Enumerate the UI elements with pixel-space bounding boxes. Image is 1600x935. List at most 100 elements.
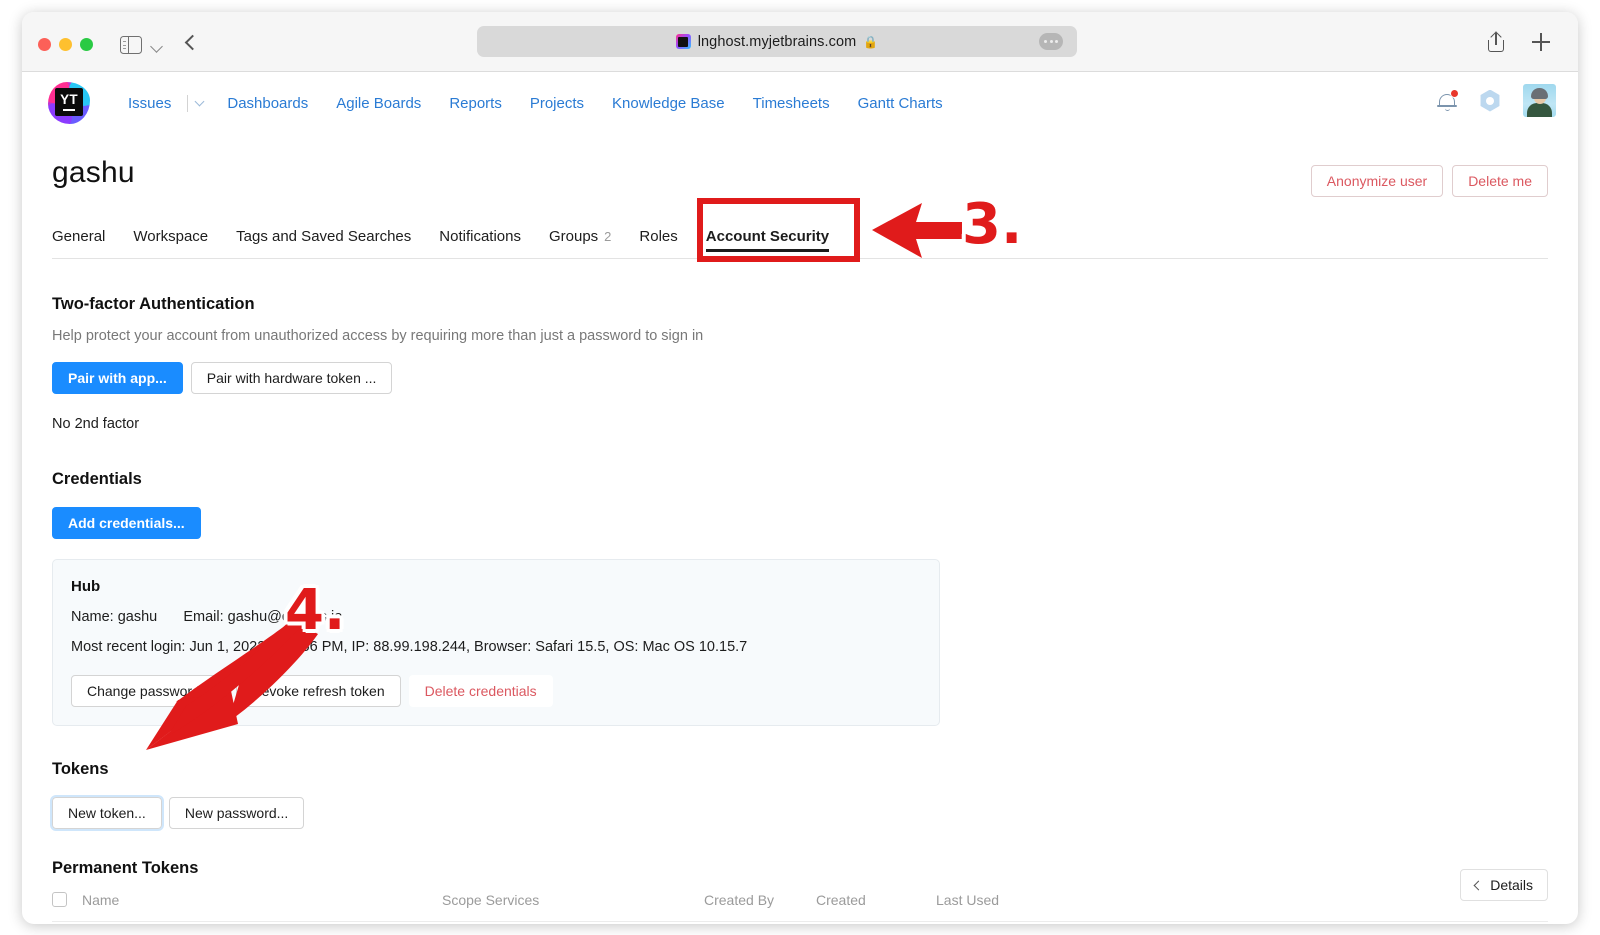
- youtrack-logo-text: YT: [55, 88, 83, 116]
- tab-label: Groups: [549, 228, 598, 245]
- tokens-title: Tokens: [52, 760, 1548, 779]
- nav-right-icons: [1437, 84, 1556, 117]
- permanent-tokens-section: Permanent Tokens Name Scope Services Cre…: [52, 859, 1548, 924]
- zoom-window-button[interactable]: [80, 38, 93, 51]
- cell-created: Jun 1, 2022: [816, 922, 936, 925]
- tab-workspace[interactable]: Workspace: [119, 228, 222, 258]
- credentials-title: Credentials: [52, 470, 1548, 489]
- settings-tabs: General Workspace Tags and Saved Searche…: [52, 217, 1548, 259]
- column-header-last-used[interactable]: Last Used: [936, 892, 1548, 922]
- page-content: gashu Anonymize user Delete me General W…: [22, 134, 1578, 924]
- tab-label: General: [52, 228, 105, 245]
- tab-label: Notifications: [439, 228, 521, 245]
- nav-item-timesheets[interactable]: Timesheets: [739, 89, 844, 118]
- nav-divider: [187, 95, 188, 112]
- delete-me-button[interactable]: Delete me: [1452, 165, 1548, 197]
- chevron-down-icon[interactable]: [195, 97, 205, 107]
- nav-item-dashboards[interactable]: Dashboards: [213, 89, 322, 118]
- avatar[interactable]: [1523, 84, 1556, 117]
- tab-label: Tags and Saved Searches: [236, 228, 411, 245]
- sidebar-toggle-icon[interactable]: [120, 36, 142, 54]
- tab-account-security[interactable]: Account Security: [692, 228, 843, 258]
- browser-toolbar: lnghost.myjetbrains.com 🔒: [22, 12, 1578, 72]
- credential-identity-line: Name: gashu Email: gashu@ducalis.io: [71, 609, 921, 625]
- pair-with-hardware-token-button[interactable]: Pair with hardware token ...: [191, 362, 393, 394]
- details-button-label: Details: [1490, 877, 1533, 893]
- details-button[interactable]: Details: [1460, 869, 1548, 901]
- revoke-refresh-token-button[interactable]: Revoke refresh token: [236, 675, 401, 707]
- youtrack-logo-icon[interactable]: YT: [48, 82, 90, 124]
- anonymize-user-button[interactable]: Anonymize user: [1311, 165, 1443, 197]
- credential-card-name: Hub: [71, 578, 921, 595]
- two-factor-buttons: Pair with app... Pair with hardware toke…: [52, 362, 1548, 394]
- site-favicon-icon: [676, 34, 691, 49]
- column-header-scope-services[interactable]: Scope Services: [442, 892, 704, 922]
- share-icon[interactable]: [1488, 32, 1504, 52]
- address-bar-url: lnghost.myjetbrains.com: [698, 34, 857, 50]
- cell-scope-services[interactable]: YouTrack Administration, YouTrack: [442, 922, 704, 925]
- bell-icon[interactable]: [1437, 90, 1457, 112]
- cell-last-used: Jun 1, 2022: [936, 922, 1548, 925]
- lock-icon: 🔒: [863, 35, 878, 49]
- tab-roles[interactable]: Roles: [625, 228, 691, 258]
- chevron-left-icon: [1474, 880, 1484, 890]
- page-header: gashu Anonymize user Delete me: [52, 134, 1548, 197]
- plus-icon[interactable]: [1532, 33, 1550, 51]
- column-header-name[interactable]: Name: [82, 892, 442, 922]
- tab-groups[interactable]: Groups 2: [535, 228, 625, 258]
- column-header-created[interactable]: Created: [816, 892, 936, 922]
- page-actions: Anonymize user Delete me: [1311, 165, 1548, 197]
- two-factor-description: Help protect your account from unauthori…: [52, 328, 1548, 344]
- select-all-cell: [52, 892, 82, 922]
- table-row[interactable]: Ducalis 1.0 YouTrack Administration, You…: [52, 922, 1548, 925]
- new-token-button[interactable]: New token...: [52, 797, 162, 829]
- tab-label: Workspace: [133, 228, 208, 245]
- nav-item-gantt-charts[interactable]: Gantt Charts: [844, 89, 957, 118]
- tab-tags-and-saved-searches[interactable]: Tags and Saved Searches: [222, 228, 425, 258]
- app-navigation-bar: YT Issues Dashboards Agile Boards Report…: [22, 72, 1578, 134]
- tab-notifications[interactable]: Notifications: [425, 228, 535, 258]
- nav-item-reports[interactable]: Reports: [435, 89, 516, 118]
- nav-item-issues[interactable]: Issues: [114, 89, 185, 118]
- change-password-button[interactable]: Change password...: [71, 675, 228, 707]
- delete-credentials-button[interactable]: Delete credentials: [409, 675, 553, 707]
- credential-recent-login: Most recent login: Jun 1, 2022 4:19:56 P…: [71, 639, 921, 655]
- notification-badge: [1450, 89, 1459, 98]
- two-factor-section: Two-factor Authentication Help protect y…: [52, 295, 1548, 432]
- column-header-created-by[interactable]: Created By: [704, 892, 816, 922]
- browser-window: lnghost.myjetbrains.com 🔒 YT Issues Dash…: [22, 12, 1578, 924]
- cell-created-by: gashu: [704, 922, 816, 925]
- nav-item-agile-boards[interactable]: Agile Boards: [322, 89, 435, 118]
- table-header-row: Name Scope Services Created By Created L…: [52, 892, 1548, 922]
- credential-card-buttons: Change password... Revoke refresh token …: [71, 675, 921, 707]
- nav-items: Issues Dashboards Agile Boards Reports P…: [114, 89, 957, 118]
- back-arrow-icon[interactable]: [185, 35, 201, 51]
- window-traffic-lights[interactable]: [38, 38, 93, 51]
- add-credentials-button[interactable]: Add credentials...: [52, 507, 201, 539]
- select-all-checkbox[interactable]: [52, 892, 67, 907]
- gear-icon[interactable]: [1479, 90, 1501, 112]
- close-window-button[interactable]: [38, 38, 51, 51]
- row-select-cell: [52, 922, 82, 925]
- tab-label: Account Security: [706, 228, 829, 245]
- new-password-button[interactable]: New password...: [169, 797, 304, 829]
- page-title: gashu: [52, 156, 135, 190]
- chevron-down-icon[interactable]: [150, 40, 163, 53]
- two-factor-status: No 2nd factor: [52, 416, 1548, 432]
- tokens-buttons: New token... New password...: [52, 797, 1548, 829]
- credential-name: Name: gashu: [71, 609, 157, 625]
- tab-label: Roles: [639, 228, 677, 245]
- nav-item-knowledge-base[interactable]: Knowledge Base: [598, 89, 739, 118]
- ellipsis-icon[interactable]: [1039, 33, 1063, 50]
- nav-item-projects[interactable]: Projects: [516, 89, 598, 118]
- credential-card-hub: Hub Name: gashu Email: gashu@ducalis.io …: [52, 559, 940, 726]
- permanent-tokens-table: Name Scope Services Created By Created L…: [52, 892, 1548, 924]
- cell-token-name: Ducalis 1.0: [82, 922, 442, 925]
- credential-email: Email: gashu@ducalis.io: [183, 609, 342, 625]
- address-bar[interactable]: lnghost.myjetbrains.com 🔒: [477, 26, 1077, 57]
- minimize-window-button[interactable]: [59, 38, 72, 51]
- pair-with-app-button[interactable]: Pair with app...: [52, 362, 183, 394]
- credentials-section: Credentials Add credentials... Hub Name:…: [52, 470, 1548, 726]
- tokens-section: Tokens New token... New password...: [52, 760, 1548, 829]
- tab-general[interactable]: General: [52, 228, 119, 258]
